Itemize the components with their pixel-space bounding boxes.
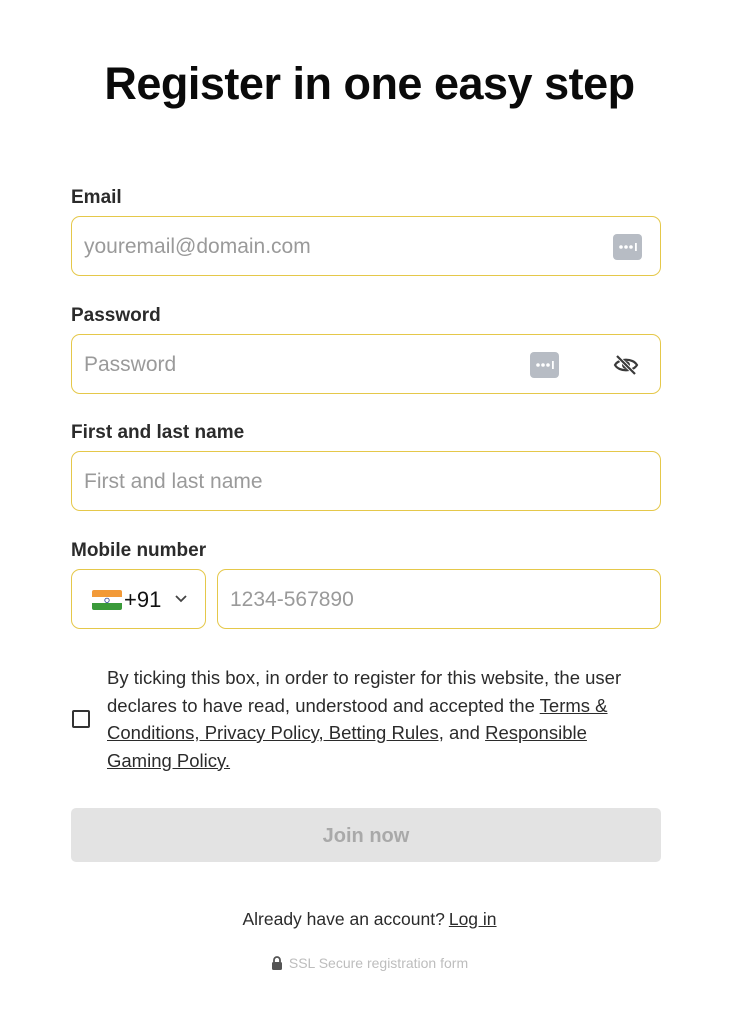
consent-checkbox[interactable] [72,710,90,728]
password-field-container [71,334,661,395]
login-prompt-text: Already have an account? [242,909,445,929]
password-field[interactable] [82,335,526,395]
password-manager-icon[interactable] [530,352,559,378]
name-field[interactable] [82,452,586,512]
country-code-select[interactable]: +91 [71,569,206,629]
name-label: First and last name [71,422,245,443]
name-field-container [71,451,661,512]
lock-icon [271,956,282,970]
country-code: +91 [124,587,162,612]
mobile-label: Mobile number [71,540,207,561]
phone-field[interactable] [228,570,652,630]
join-now-button[interactable]: Join now [71,808,661,862]
password-manager-icon[interactable] [613,234,642,260]
email-field[interactable] [82,217,586,277]
password-label: Password [71,305,161,326]
email-field-container [71,216,661,277]
ssl-text: SSL Secure registration form [288,955,469,971]
login-prompt: Already have an account? Log in [0,909,739,930]
email-label: Email [71,187,122,208]
eye-off-icon[interactable] [613,353,639,377]
consent-text: By ticking this box, in order to registe… [107,664,647,774]
page-title: Register in one easy step [104,58,635,109]
india-flag-icon [92,590,122,610]
consent-text-and: and [443,722,486,743]
phone-field-container [217,569,661,630]
login-link[interactable]: Log in [449,909,497,929]
ssl-note: SSL Secure registration form [0,955,739,971]
chevron-down-icon [175,595,187,603]
